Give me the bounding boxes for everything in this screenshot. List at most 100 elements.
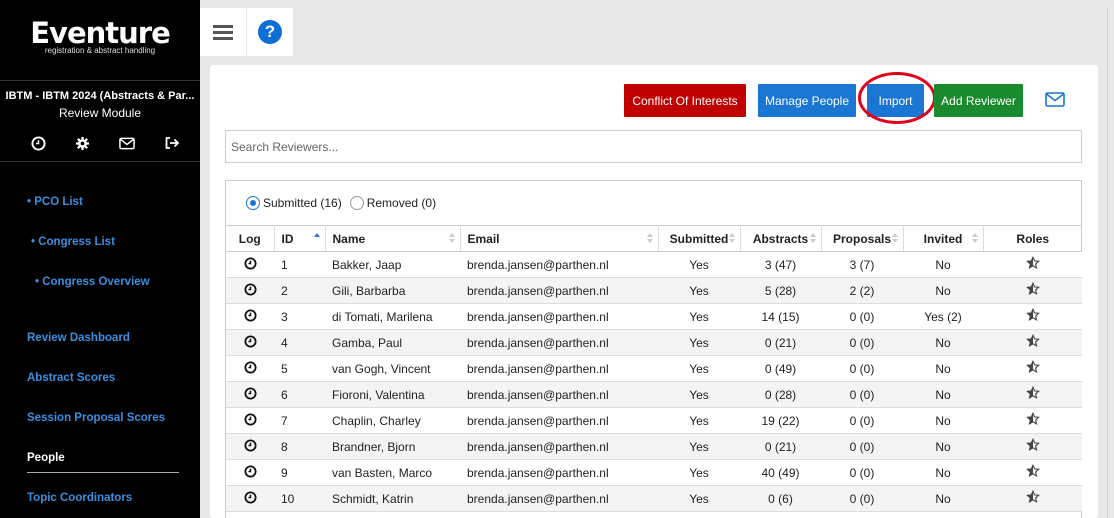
id-cell: 3 (274, 303, 325, 330)
roles-cell (983, 485, 1082, 512)
column-header-label: Proposals (832, 231, 892, 246)
email-cell: brenda.jansen@parthen.nl (460, 381, 658, 408)
star-half-icon[interactable] (1025, 411, 1040, 429)
hamburger-icon (213, 22, 233, 43)
sidebar-item-congress-list[interactable]: • Congress List (31, 236, 115, 248)
column-header-proposals[interactable]: Proposals (821, 225, 904, 252)
sidebar-item-people[interactable]: People (27, 452, 65, 464)
search-reviewers-input[interactable] (225, 130, 1082, 163)
table-row[interactable]: 10 Schmidt, Katrin brenda.jansen@parthen.n… (226, 485, 1082, 512)
divider (0, 80, 200, 81)
gear-icon[interactable] (75, 135, 91, 151)
email-cell: brenda.jansen@parthen.nl (460, 329, 658, 356)
filter-submitted-radio[interactable]: Submitted (16) (246, 196, 342, 210)
table-row[interactable]: 4 Gamba, Paul brenda.jansen@parthen.nl Yes 0… (226, 329, 1082, 356)
filter-submitted-label: Submitted (16) (263, 196, 342, 210)
history-clock-icon[interactable] (243, 256, 257, 273)
name-cell: Chaplin, Charley (325, 407, 460, 434)
proposals-cell: 3 (7) (821, 251, 903, 278)
abstracts-cell: 19 (22) (740, 407, 821, 434)
invited-cell: No (903, 251, 983, 278)
log-cell (226, 381, 274, 408)
star-half-icon[interactable] (1025, 333, 1040, 351)
column-header-submitted[interactable]: Submitted (658, 225, 741, 252)
email-cell: brenda.jansen@parthen.nl (460, 459, 658, 486)
star-half-icon[interactable] (1025, 281, 1040, 299)
menu-toggle-button[interactable] (200, 8, 246, 56)
email-reviewers-icon[interactable] (1045, 92, 1067, 108)
submitted-cell: Yes (658, 433, 740, 460)
column-header-label: Email (467, 231, 500, 246)
sort-icon (646, 233, 653, 245)
sidebar-item-pco-list[interactable]: • PCO List (27, 196, 83, 208)
roles-cell (983, 355, 1082, 382)
radio-unselected-icon (349, 196, 364, 210)
help-icon: ? (258, 20, 282, 44)
table-row[interactable]: 6 Fioroni, Valentina brenda.jansen@parthen… (226, 381, 1082, 408)
table-row[interactable]: 5 van Gogh, Vincent brenda.jansen@parthen.… (226, 355, 1082, 382)
sidebar-item-abstract-scores[interactable]: Abstract Scores (27, 372, 115, 384)
id-cell: 4 (274, 329, 325, 356)
column-header-id[interactable]: ID (274, 225, 326, 252)
email-cell: brenda.jansen@parthen.nl (460, 407, 658, 434)
star-half-icon[interactable] (1025, 437, 1040, 455)
filter-removed-label: Removed (0) (366, 196, 437, 210)
active-indicator (27, 472, 179, 473)
proposals-cell: 0 (0) (821, 407, 903, 434)
email-cell: brenda.jansen@parthen.nl (460, 355, 658, 382)
table-row[interactable]: 3 di Tomati, Marilena brenda.jansen@parthe… (226, 303, 1082, 330)
star-half-icon[interactable] (1025, 385, 1040, 403)
history-clock-icon[interactable] (243, 386, 257, 403)
name-cell: di Tomati, Marilena (325, 303, 460, 330)
logout-icon[interactable] (164, 135, 180, 151)
sidebar-item-congress-overview[interactable]: • Congress Overview (35, 276, 150, 288)
manage-people-button[interactable]: Manage People (758, 84, 856, 117)
column-header-email[interactable]: Email (460, 225, 659, 252)
table-row[interactable]: 7 Chaplin, Charley brenda.jansen@parthen.n… (226, 407, 1082, 434)
filter-removed-radio[interactable]: Removed (0) (349, 196, 437, 210)
add-reviewer-button[interactable]: Add Reviewer (934, 84, 1023, 117)
invited-cell: No (903, 329, 983, 356)
clock-icon[interactable] (30, 135, 46, 151)
column-header-abstracts[interactable]: Abstracts (740, 225, 822, 252)
history-clock-icon[interactable] (243, 360, 257, 377)
reviewers-table-container: Submitted (16) Removed (0) Log ID Name E… (225, 180, 1082, 518)
radio-selected-icon (246, 196, 260, 210)
name-cell: Gamba, Paul (325, 329, 460, 356)
sidebar-item-session-proposal-scores[interactable]: Session Proposal Scores (27, 412, 165, 424)
history-clock-icon[interactable] (243, 438, 257, 455)
sidebar-item-topic-coordinators[interactable]: Topic Coordinators (27, 492, 132, 504)
column-header-invited[interactable]: Invited (903, 225, 984, 252)
history-clock-icon[interactable] (243, 490, 257, 507)
star-half-icon[interactable] (1025, 307, 1040, 325)
table-header-row: Log ID Name Email Submitted Abstracts Pr… (226, 225, 1082, 252)
name-cell: Gili, Barbarba (325, 277, 460, 304)
id-cell: 7 (274, 407, 325, 434)
table-row[interactable]: 8 Brandner, Bjorn brenda.jansen@parthen.nl… (226, 433, 1082, 460)
logo[interactable]: Eventure registration & abstract handlin… (10, 18, 190, 55)
sidebar-item-review-dashboard[interactable]: Review Dashboard (27, 332, 130, 344)
star-half-icon[interactable] (1025, 359, 1040, 377)
star-half-icon[interactable] (1025, 463, 1040, 481)
highlight-annotation (858, 72, 936, 124)
conflict-of-interests-button[interactable]: Conflict Of Interests (624, 84, 746, 117)
invited-cell: No (903, 355, 983, 382)
email-cell: brenda.jansen@parthen.nl (460, 251, 658, 278)
mail-icon[interactable] (119, 135, 136, 151)
history-clock-icon[interactable] (243, 412, 257, 429)
star-half-icon[interactable] (1025, 489, 1040, 507)
sort-icon (448, 233, 455, 245)
history-clock-icon[interactable] (243, 464, 257, 481)
id-cell: 2 (274, 277, 325, 304)
column-header-name[interactable]: Name (325, 225, 461, 252)
abstracts-cell: 0 (21) (740, 433, 821, 460)
help-button[interactable]: ? (247, 8, 293, 56)
proposals-cell: 2 (2) (821, 277, 903, 304)
history-clock-icon[interactable] (243, 282, 257, 299)
table-row[interactable]: 2 Gili, Barbarba brenda.jansen@parthen.nl Y… (226, 277, 1082, 304)
star-half-icon[interactable] (1025, 255, 1040, 273)
table-row[interactable]: 9 van Basten, Marco brenda.jansen@parthen.… (226, 459, 1082, 486)
history-clock-icon[interactable] (243, 308, 257, 325)
table-row[interactable]: 1 Bakker, Jaap brenda.jansen@parthen.nl Yes… (226, 251, 1082, 278)
history-clock-icon[interactable] (243, 334, 257, 351)
